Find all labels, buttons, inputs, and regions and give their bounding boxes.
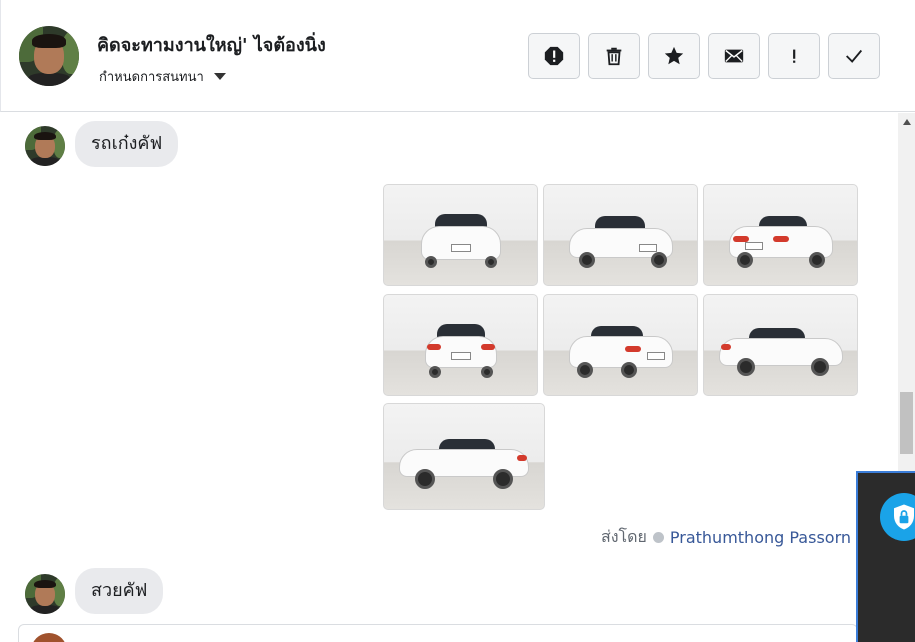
schedule-dropdown[interactable]: กำหนดการสนทนา (99, 66, 226, 87)
shield-lock-icon[interactable] (880, 493, 915, 541)
composer-avatar (31, 633, 67, 642)
photo-thumbnail[interactable] (703, 184, 858, 286)
photo-thumbnail[interactable] (543, 184, 698, 286)
scroll-up-arrow-icon[interactable] (903, 119, 911, 125)
envelope-icon (724, 49, 744, 63)
conversation-header: คิดจะทามงานใหญ่' ไจต้องนิ่ง กำหนดการสนทน… (0, 0, 915, 112)
exclamation-octagon-icon (544, 46, 564, 66)
car-side-left-image (399, 435, 529, 489)
car-side-right-image (718, 324, 843, 376)
car-rear-left-image (568, 322, 673, 378)
important-button[interactable] (768, 33, 820, 79)
message-bubble[interactable]: สวยคัฟ (75, 568, 164, 614)
photo-thumbnail[interactable] (383, 294, 538, 396)
done-button[interactable] (828, 33, 880, 79)
sender-name-link[interactable]: Prathumthong Passorn (670, 528, 851, 547)
action-toolbar (528, 33, 880, 79)
conversation-avatar[interactable] (19, 26, 79, 86)
exclamation-icon (793, 49, 796, 63)
security-extension-panel[interactable] (856, 471, 915, 642)
message-bubble[interactable]: รถเก๋งคัฟ (75, 121, 179, 167)
sender-avatar[interactable] (25, 574, 65, 614)
sent-by-line: ส่งโดย Prathumthong Passorn ? (601, 525, 871, 550)
delete-button[interactable] (588, 33, 640, 79)
photo-thumbnail[interactable] (383, 403, 545, 510)
photo-thumbnail[interactable] (383, 184, 538, 286)
check-icon (846, 49, 863, 63)
sender-avatar[interactable] (25, 126, 65, 166)
star-button[interactable] (648, 33, 700, 79)
star-icon (664, 46, 684, 65)
car-rear-angle-image (728, 212, 833, 268)
mark-unread-button[interactable] (708, 33, 760, 79)
car-front-angle-image (568, 212, 673, 268)
report-button[interactable] (528, 33, 580, 79)
caret-down-icon (213, 73, 226, 80)
photo-thumbnail[interactable] (543, 294, 698, 396)
verified-dot-icon (652, 532, 664, 543)
car-rear-image (424, 322, 497, 378)
conversation-title: คิดจะทามงานใหญ่' ไจต้องนิ่ง (97, 35, 326, 56)
trash-icon (606, 47, 622, 66)
scrollbar-thumb[interactable] (900, 392, 913, 454)
schedule-label: กำหนดการสนทนา (99, 70, 204, 85)
photo-thumbnail[interactable] (703, 294, 858, 396)
car-front-image (420, 212, 501, 268)
sent-by-label: ส่งโดย (600, 527, 647, 546)
reply-composer[interactable] (18, 624, 858, 642)
